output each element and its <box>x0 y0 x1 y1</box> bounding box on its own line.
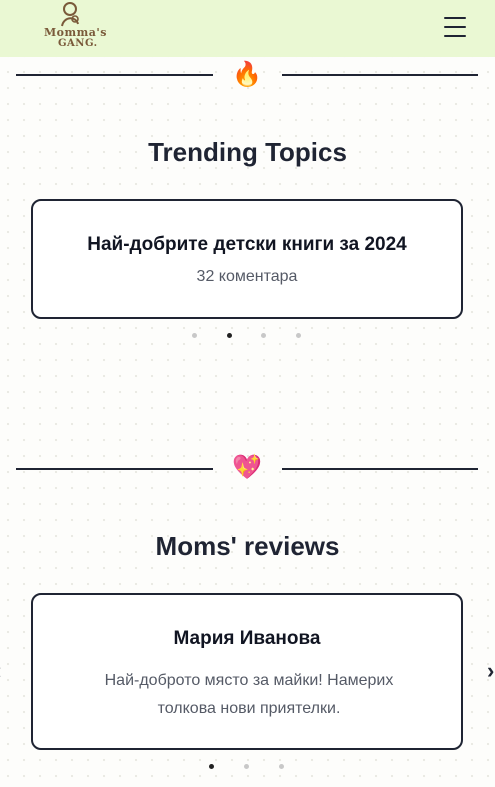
trending-topics-heading: Trending Topics <box>148 137 347 167</box>
carousel-dot[interactable] <box>192 333 197 338</box>
carousel-prev-arrow[interactable]: ‹ <box>0 660 1 682</box>
review-text-line2: толкова нови приятелки. <box>157 700 341 717</box>
menu-bar <box>444 17 466 19</box>
topic-comment-count: 32 коментара <box>196 268 298 285</box>
mommas-gang-logo[interactable]: Momma's GANG. <box>42 0 108 54</box>
hamburger-menu-button[interactable] <box>440 12 470 42</box>
divider-line-left <box>16 468 213 470</box>
carousel-dot[interactable] <box>261 333 266 338</box>
moms-reviews-heading: Moms' reviews <box>155 531 340 561</box>
carousel-next-arrow[interactable]: › <box>487 660 494 682</box>
review-card[interactable]: Мария Иванова Най-доброто място за майки… <box>31 593 463 750</box>
carousel-dot[interactable] <box>244 764 249 769</box>
carousel-dot-active[interactable] <box>227 333 232 338</box>
logo-text-line2: GANG. <box>58 38 98 49</box>
reviewer-name: Мария Иванова <box>173 628 321 649</box>
review-text-line1: Най-доброто място за майки! Намерих <box>104 672 394 689</box>
menu-bar <box>444 35 466 37</box>
sparkling-heart-icon: 💖 <box>232 453 262 481</box>
divider-line-right <box>282 468 478 470</box>
top-navigation-bar: Momma's GANG. <box>0 0 495 57</box>
carousel-dot-active[interactable] <box>209 764 214 769</box>
fire-icon: 🔥 <box>232 60 262 88</box>
menu-bar <box>444 26 466 28</box>
topic-title: Най-добрите детски книги за 2024 <box>87 234 407 255</box>
trending-topic-card[interactable]: Най-добрите детски книги за 2024 32 коме… <box>31 199 463 319</box>
divider-line-left <box>16 74 213 76</box>
carousel-dot[interactable] <box>279 764 284 769</box>
divider-line-right <box>282 74 478 76</box>
carousel-dot[interactable] <box>296 333 301 338</box>
